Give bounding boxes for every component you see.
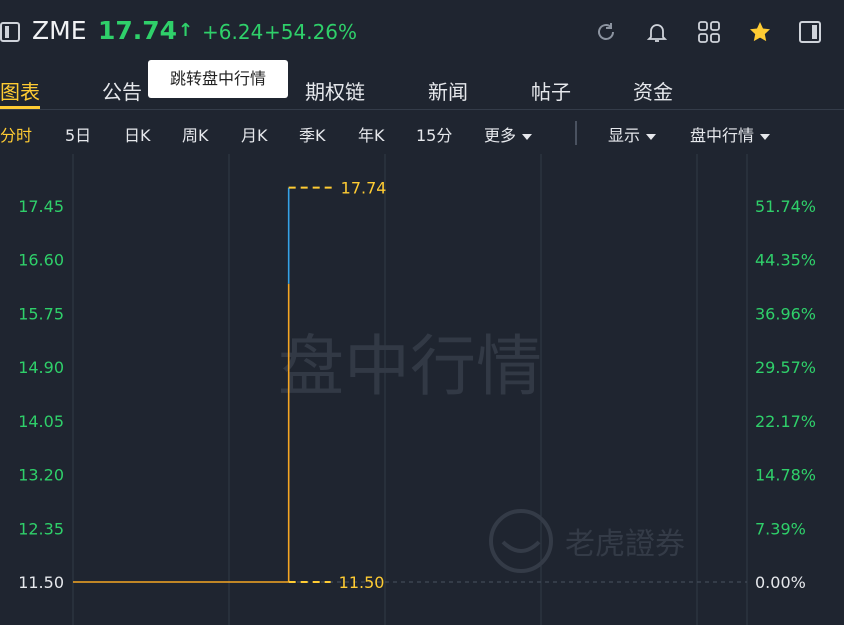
display-dropdown[interactable]: 显示	[608, 122, 657, 146]
bell-icon[interactable]	[645, 20, 669, 44]
period-weekly-k[interactable]: 周K	[182, 122, 209, 146]
y-axis-right: 51.74% 44.35% 36.96% 29.57% 22.17% 14.78% 7.39…	[755, 197, 816, 592]
refresh-icon[interactable]	[594, 20, 618, 44]
y-tick-right: 44.35%	[755, 251, 816, 270]
y-tick-right: 29.57%	[755, 358, 816, 377]
tab-options-chain[interactable]: 期权链	[305, 76, 365, 105]
display-label: 显示	[608, 126, 641, 145]
last-price: 17.74	[98, 16, 178, 45]
price-change-percent: +54.26%	[264, 20, 358, 44]
y-tick-right: 51.74%	[755, 197, 816, 216]
tab-bar: 图表 公告 期权链 新闻 帖子 资金	[0, 64, 844, 110]
logo-text: 老虎證券	[565, 527, 685, 562]
period-5day[interactable]: 5日	[65, 122, 91, 146]
y-tick-right: 22.17%	[755, 412, 816, 431]
price-line	[73, 187, 290, 583]
period-intraday[interactable]: 分时	[0, 122, 32, 146]
y-tick-right: 7.39%	[755, 519, 806, 538]
period-quarterly-k[interactable]: 季K	[299, 122, 326, 146]
y-tick-left: 15.75	[18, 304, 64, 323]
session-label: 盘中行情	[690, 126, 755, 145]
tiger-logo-watermark: 老虎證券	[489, 509, 685, 573]
y-tick-right: 14.78%	[755, 466, 816, 485]
y-axis-left: 17.45 16.60 15.75 14.90 14.05 13.20 12.35 11.50	[18, 197, 64, 592]
y-tick-left: 13.20	[18, 466, 64, 485]
grid-icon[interactable]	[697, 20, 721, 44]
ticker-symbol: ZME	[32, 16, 87, 45]
y-tick-right: 36.96%	[755, 304, 816, 323]
y-tick-left: 17.45	[18, 197, 64, 216]
toolbar-divider	[575, 121, 577, 145]
intraday-chart[interactable]: 盘中行情 老虎證券 17.45 16.60 15.75 14.90 14.05 13.20…	[0, 154, 844, 625]
tab-announcements[interactable]: 公告	[102, 76, 142, 105]
period-15min[interactable]: 15分	[416, 122, 452, 146]
price-change: +6.24	[202, 20, 264, 44]
y-tick-right: 0.00%	[755, 573, 806, 592]
chevron-down-icon	[522, 133, 533, 140]
tab-active-underline	[0, 106, 40, 109]
intraday-watermark: 盘中行情	[278, 328, 542, 405]
tab-chart[interactable]: 图表	[0, 76, 40, 105]
period-daily-k[interactable]: 日K	[124, 122, 151, 146]
tab-posts[interactable]: 帖子	[531, 76, 571, 105]
period-yearly-k[interactable]: 年K	[358, 122, 385, 146]
tab-news[interactable]: 新闻	[428, 76, 468, 105]
chevron-down-icon	[646, 133, 657, 140]
panel-toggle-icon[interactable]	[798, 20, 822, 44]
y-tick-left: 12.35	[18, 519, 64, 538]
y-tick-left: 14.05	[18, 412, 64, 431]
jump-to-intraday-tooltip[interactable]: 跳转盘中行情	[148, 60, 288, 98]
period-selector: 分时 5日 日K 周K 月K 季K 年K 15分 更多 显示 盘中行情	[0, 110, 844, 154]
more-label: 更多	[484, 126, 517, 145]
y-tick-left: 11.50	[18, 573, 64, 592]
period-monthly-k[interactable]: 月K	[241, 122, 268, 146]
more-dropdown[interactable]: 更多	[484, 122, 533, 146]
y-tick-left: 16.60	[18, 251, 64, 270]
star-icon[interactable]	[748, 20, 772, 44]
session-dropdown[interactable]: 盘中行情	[690, 122, 771, 146]
y-tick-left: 14.90	[18, 358, 64, 377]
low-marker-label: 11.50	[339, 573, 385, 592]
high-marker-label: 17.74	[341, 179, 387, 198]
quote-header: ZME 17.74 ↑ +6.24 +54.26%	[0, 0, 844, 64]
sidebar-toggle-icon[interactable]	[0, 22, 20, 42]
chevron-down-icon	[760, 133, 771, 140]
up-arrow-icon: ↑	[178, 20, 194, 41]
tab-capital[interactable]: 资金	[633, 76, 673, 105]
